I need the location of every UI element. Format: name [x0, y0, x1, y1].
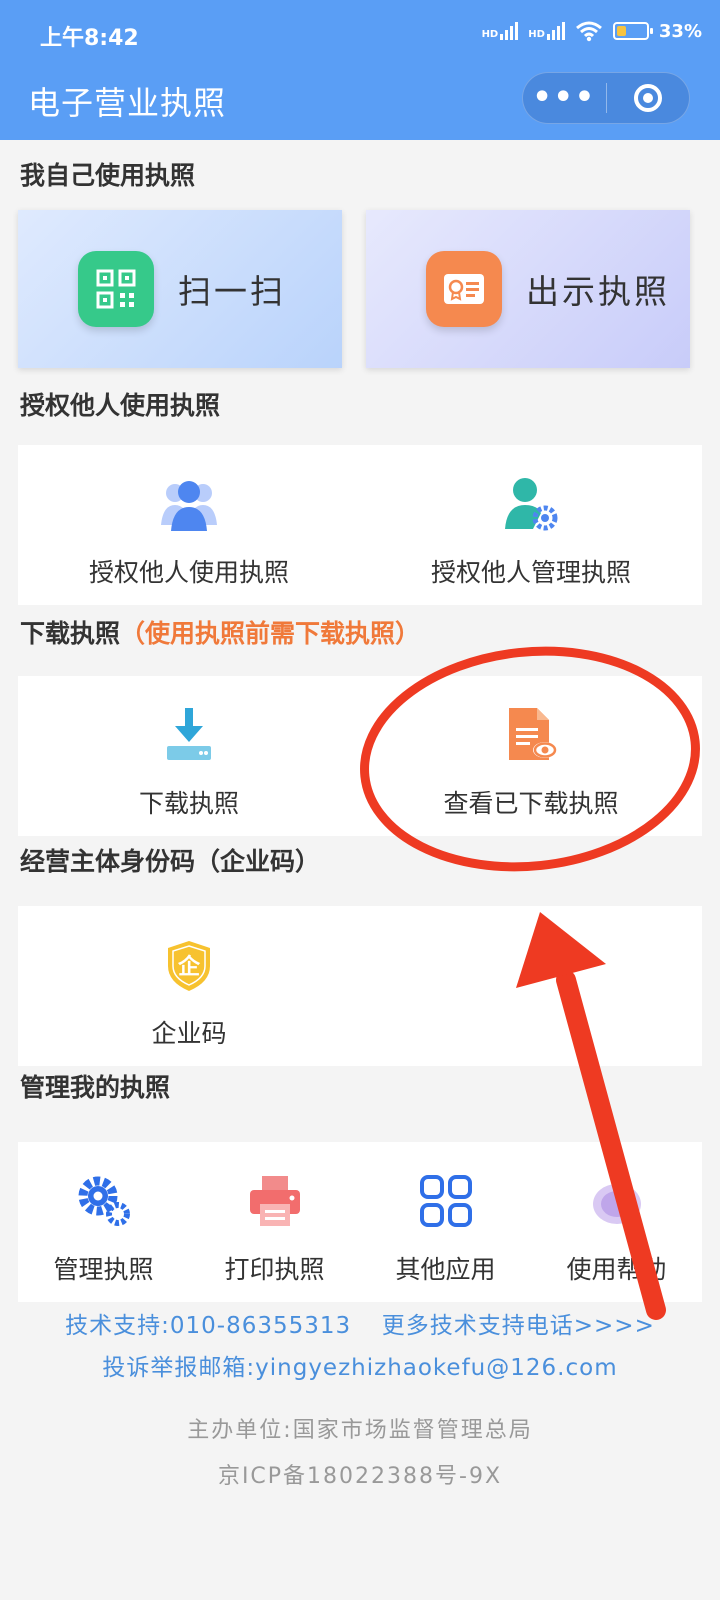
download-license-item[interactable]: 下载执照: [18, 676, 360, 836]
section-title-download: 下载执照（使用执照前需下载执照）: [20, 614, 420, 650]
scan-card[interactable]: 扫一扫: [18, 210, 342, 368]
manage-panel: 管理执照 打印执照 其他应用 使用帮助: [18, 1142, 702, 1302]
qrcode-icon: [78, 251, 154, 327]
enterprise-shield-icon: 企: [167, 932, 211, 992]
app-header: 上午8:42 HD HD 33% 电子营业执照 •••: [0, 0, 720, 140]
help-item[interactable]: 使用帮助: [531, 1142, 702, 1302]
download-hint: （使用执照前需下载执照）: [120, 619, 421, 648]
miniapp-capsule: •••: [522, 72, 690, 124]
scan-label: 扫一扫: [178, 272, 286, 311]
section-title-entity-code: 经营主体身份码（企业码）: [20, 847, 321, 876]
view-downloaded-item[interactable]: 查看已下载执照: [360, 676, 702, 836]
status-bar-icons: HD HD 33%: [482, 20, 702, 42]
wifi-icon: [575, 21, 602, 42]
print-license-item[interactable]: 打印执照: [189, 1142, 360, 1302]
printer-icon: [248, 1168, 302, 1228]
battery-percent: 33%: [658, 20, 702, 42]
other-apps-item[interactable]: 其他应用: [360, 1142, 531, 1302]
authorize-use-label: 授权他人使用执照: [88, 558, 289, 587]
print-license-label: 打印执照: [224, 1255, 325, 1284]
view-document-icon: [503, 702, 559, 762]
entity-code-panel: 企 企业码: [18, 906, 702, 1066]
authorize-manage-item[interactable]: 授权他人管理执照: [360, 445, 702, 605]
enterprise-code-item[interactable]: 企 企业码: [18, 906, 360, 1066]
authorize-use-item[interactable]: 授权他人使用执照: [18, 445, 360, 605]
signal-icon-2: HD: [528, 22, 565, 40]
other-apps-label: 其他应用: [395, 1255, 496, 1284]
close-button[interactable]: [607, 84, 690, 112]
apps-grid-icon: [419, 1168, 473, 1228]
battery-icon: [612, 22, 653, 40]
manage-license-label: 管理执照: [53, 1255, 154, 1284]
complaint-email[interactable]: 投诉举报邮箱:yingyezhizhaokefu@126.com: [0, 1348, 720, 1382]
download-icon: [167, 702, 211, 762]
users-icon: [161, 471, 217, 531]
more-button[interactable]: •••: [523, 72, 606, 124]
signal-icon-1: HD: [482, 22, 519, 40]
show-license-label: 出示执照: [526, 272, 670, 311]
view-downloaded-label: 查看已下载执照: [443, 789, 619, 818]
license-card-icon: [426, 251, 502, 327]
target-close-icon: [633, 84, 662, 112]
support-line: 技术支持:010-86355313 更多技术支持电话>>>>: [0, 1306, 720, 1340]
enterprise-code-label: 企业码: [151, 1019, 227, 1048]
section-title-self-use: 我自己使用执照: [20, 161, 196, 190]
sponsor-text: 主办单位:国家市场监督管理总局: [187, 1418, 533, 1443]
page-title: 电子营业执照: [28, 84, 227, 122]
authorize-panel: 授权他人使用执照 授权他人管理执照: [18, 445, 702, 605]
manage-license-item[interactable]: 管理执照: [18, 1142, 189, 1302]
help-label: 使用帮助: [566, 1255, 667, 1284]
download-license-label: 下载执照: [138, 789, 239, 818]
enterprise-glyph: 企: [177, 954, 201, 980]
section-title-manage: 管理我的执照: [20, 1073, 171, 1102]
user-gear-icon: [503, 471, 559, 531]
support-phone[interactable]: 技术支持:010-86355313: [65, 1313, 351, 1339]
more-support-link[interactable]: 更多技术支持电话>>>>: [382, 1313, 655, 1339]
icp-text: 京ICP备18022388号-9X: [217, 1464, 503, 1489]
download-title-text: 下载执照: [20, 619, 121, 648]
help-icon: [590, 1168, 644, 1228]
authorize-manage-label: 授权他人管理执照: [430, 558, 631, 587]
gears-icon: [76, 1168, 132, 1228]
download-panel: 下载执照 查看已下载执照: [18, 676, 702, 836]
section-title-authorize: 授权他人使用执照: [20, 391, 221, 420]
status-time: 上午8:42: [40, 26, 139, 51]
show-license-card[interactable]: 出示执照: [366, 210, 690, 368]
